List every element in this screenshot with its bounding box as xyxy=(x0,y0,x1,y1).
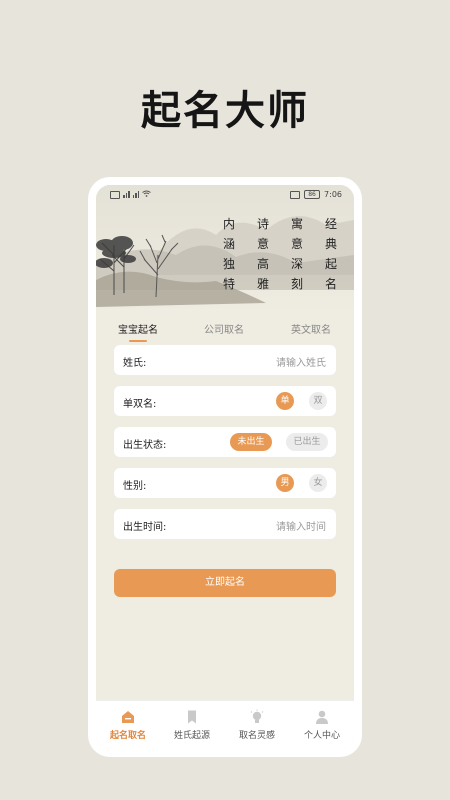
promo-title: 起名大师 xyxy=(141,88,309,134)
birth-time-label: 出生时间: xyxy=(123,522,167,533)
app-screen: 内 诗 寓 经 涵 意 意 典 独 高 深 起 特 雅 刻 名 86 7:06 … xyxy=(96,185,354,749)
double-name-option[interactable]: 双 xyxy=(309,392,327,410)
poem-char: 独 xyxy=(222,257,235,271)
poem-char: 高 xyxy=(256,257,269,271)
born-option[interactable]: 已出生 xyxy=(286,433,328,451)
nfc-icon xyxy=(290,190,301,199)
poem-char: 名 xyxy=(324,277,337,291)
gender-label: 性别: xyxy=(123,481,147,492)
nav-item-surname-origin[interactable]: 姓氏起源 xyxy=(160,709,224,741)
poem-char: 特 xyxy=(222,277,235,291)
nav-item-naming[interactable]: 起名取名 xyxy=(96,709,160,741)
battery-icon: 86 xyxy=(304,190,321,199)
nav-label: 起名取名 xyxy=(109,731,146,741)
bottom-nav: 起名取名 姓氏起源 取名灵感 个人中心 xyxy=(96,700,354,749)
female-option[interactable]: 女 xyxy=(309,474,327,492)
poem-char: 涵 xyxy=(222,237,235,251)
tab-company-naming[interactable]: 公司取名 xyxy=(204,321,244,336)
poem-text: 内 诗 寓 经 涵 意 意 典 独 高 深 起 特 雅 刻 名 xyxy=(212,216,348,293)
poem-char: 内 xyxy=(222,217,235,231)
nav-label: 姓氏起源 xyxy=(173,731,210,741)
status-bar: 86 7:06 xyxy=(96,185,354,205)
poem-char: 寓 xyxy=(290,217,303,231)
surname-input[interactable]: 请输入姓氏 xyxy=(276,354,326,369)
poem-char: 深 xyxy=(290,257,303,271)
poem-char: 起 xyxy=(324,257,337,271)
start-naming-button[interactable]: 立即起名 xyxy=(114,569,336,597)
nav-item-inspiration[interactable]: 取名灵感 xyxy=(225,709,289,741)
phone-frame: 内 诗 寓 经 涵 意 意 典 独 高 深 起 特 雅 刻 名 86 7:06 … xyxy=(88,177,362,757)
wifi-icon xyxy=(142,190,151,199)
active-tab-indicator xyxy=(129,340,147,342)
birth-status-field: 出生状态: 未出生 已出生 xyxy=(114,427,336,457)
user-icon xyxy=(316,710,328,724)
clock-time: 7:06 xyxy=(324,190,342,199)
surname-label: 姓氏: xyxy=(123,358,147,369)
tab-baby-naming[interactable]: 宝宝起名 xyxy=(118,321,158,336)
poem-char: 意 xyxy=(256,237,269,251)
birth-status-label: 出生状态: xyxy=(123,440,167,451)
surname-field[interactable]: 姓氏: 请输入姓氏 xyxy=(114,345,336,375)
poem-char: 雅 xyxy=(256,277,269,291)
poem-char: 典 xyxy=(324,237,337,251)
unborn-option[interactable]: 未出生 xyxy=(230,433,272,451)
nav-label: 个人中心 xyxy=(303,731,340,741)
poem-char: 刻 xyxy=(290,277,303,291)
nav-label: 取名灵感 xyxy=(238,731,275,741)
name-type-label: 单双名: xyxy=(123,399,157,410)
poem-char: 意 xyxy=(290,237,303,251)
birth-time-input[interactable]: 请输入时间 xyxy=(276,518,326,533)
poem-char: 诗 xyxy=(256,217,269,231)
signal-icon xyxy=(132,191,139,198)
poem-char: 经 xyxy=(324,217,337,231)
lightbulb-icon xyxy=(250,709,264,723)
nav-item-profile[interactable]: 个人中心 xyxy=(290,709,354,741)
home-icon xyxy=(122,711,134,723)
birth-time-field[interactable]: 出生时间: 请输入时间 xyxy=(114,509,336,539)
single-name-option[interactable]: 单 xyxy=(276,392,294,410)
bookmark-icon xyxy=(188,710,196,724)
tab-english-naming[interactable]: 英文取名 xyxy=(291,321,331,336)
signal-icon xyxy=(123,191,130,198)
name-type-field: 单双名: 单 双 xyxy=(114,386,336,416)
category-tabs: 宝宝起名 公司取名 英文取名 xyxy=(96,315,354,345)
gender-field: 性别: 男 女 xyxy=(114,468,336,498)
sim-icon xyxy=(110,190,120,199)
male-option[interactable]: 男 xyxy=(276,474,294,492)
